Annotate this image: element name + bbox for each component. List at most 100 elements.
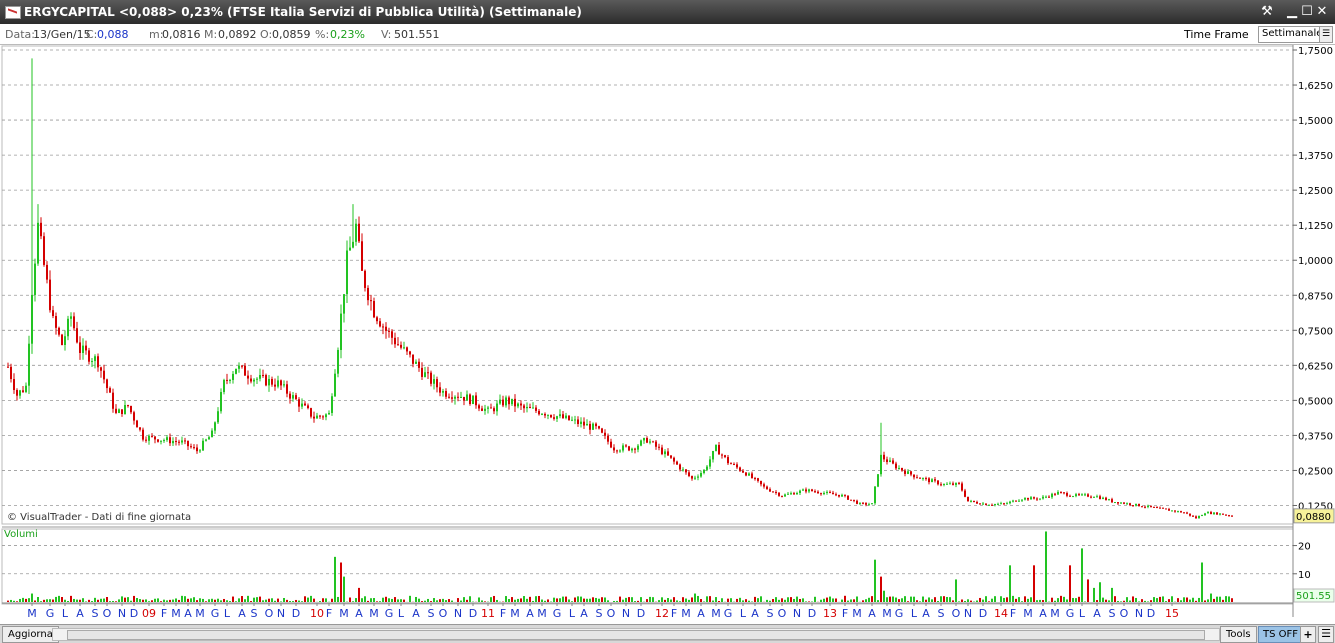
price-candle-body (73, 316, 75, 328)
add-button[interactable]: + (1300, 626, 1316, 643)
volume-bar (124, 598, 126, 602)
volume-bar (214, 600, 216, 602)
price-candle-body (649, 441, 651, 442)
volume-bar (28, 598, 30, 602)
x-month-label: F (842, 607, 848, 620)
price-candle-body (619, 450, 621, 451)
volume-bar (325, 598, 327, 602)
volume-bar (199, 598, 201, 602)
price-candle-body (520, 404, 522, 406)
price-candle-body (379, 321, 381, 326)
volume-bar (1171, 596, 1173, 602)
tools-button[interactable]: Tools (1220, 626, 1257, 643)
price-candle-body (1162, 508, 1164, 509)
volume-bar (409, 596, 411, 602)
volume-bar (127, 597, 129, 602)
volume-bar (652, 597, 654, 602)
price-candle-body (1039, 499, 1041, 500)
volume-bar (463, 597, 465, 602)
price-candle-body (340, 314, 342, 350)
price-candle-body (967, 497, 969, 502)
volume-bar (1084, 601, 1086, 602)
price-candle-body (1015, 501, 1017, 502)
price-candle-body (175, 441, 177, 442)
price-candle-body (490, 408, 492, 409)
volume-bar (238, 598, 240, 602)
volume-bar (478, 597, 480, 602)
volume-bar (1123, 601, 1125, 602)
x-month-label: G (211, 607, 220, 620)
time-frame-select[interactable]: Settimanale ☰ (1258, 26, 1333, 43)
volume-bar (1228, 596, 1230, 602)
price-candle-body (112, 393, 114, 409)
price-candle-body (493, 408, 495, 411)
volume-bar (571, 601, 573, 602)
volume-bar (334, 557, 336, 602)
price-candle-body (298, 399, 300, 406)
price-candle-body (127, 405, 129, 406)
price-candle-body (397, 344, 399, 345)
price-candle-body (676, 462, 678, 465)
volume-bar (892, 597, 894, 602)
price-candle-body (337, 350, 339, 374)
price-candle-body (598, 426, 600, 428)
price-volume-chart[interactable]: 1,75001,62501,50001,37501,25001,12501,00… (0, 45, 1335, 624)
volume-bar (1060, 596, 1062, 602)
price-candle-body (1150, 506, 1152, 507)
volume-bar (1066, 599, 1068, 602)
price-candle-body (52, 310, 54, 316)
price-candle-body (259, 375, 261, 379)
maximize-button[interactable]: ☐ (1300, 4, 1314, 19)
volume-bar (511, 597, 513, 602)
price-tick-label: 0,6250 (1298, 361, 1333, 372)
volume-bar (604, 597, 606, 602)
volume-bar (319, 601, 321, 602)
volume-bar (547, 599, 549, 602)
volume-bar (526, 599, 528, 602)
volume-bar (253, 598, 255, 602)
volume-bar (436, 600, 438, 602)
price-candle-body (244, 366, 246, 376)
minimize-button[interactable]: ▁ (1285, 4, 1299, 19)
volume-bar (697, 596, 699, 602)
volume-bar (520, 598, 522, 602)
price-candle-body (148, 436, 150, 441)
volume-bar (19, 599, 21, 602)
price-candle-body (505, 397, 507, 405)
price-candle-body (328, 413, 330, 414)
scrollbar-thumb[interactable] (67, 630, 1205, 640)
volume-bar (946, 597, 948, 602)
volume-bar (1078, 597, 1080, 602)
volume-bar (760, 596, 762, 602)
price-candle-body (1078, 494, 1080, 495)
volume-bar (244, 599, 246, 602)
price-candle-body (622, 445, 624, 450)
price-candle-body (130, 406, 132, 412)
close-button[interactable]: ✕ (1315, 4, 1329, 19)
menu-icon[interactable]: ☰ (1318, 626, 1334, 643)
volume-bar (340, 563, 342, 603)
refresh-button[interactable]: Aggiorna (2, 626, 59, 643)
horizontal-scrollbar[interactable] (52, 628, 1220, 641)
price-candle-body (730, 463, 732, 464)
price-candle-body (841, 495, 843, 497)
volume-bar (802, 598, 804, 602)
price-candle-body (268, 379, 270, 385)
volume-bar (703, 601, 705, 602)
ts-off-toggle[interactable]: TS OFF (1258, 626, 1303, 643)
volume-bar (913, 597, 915, 602)
price-candle-body (361, 241, 363, 271)
volume-bar (964, 601, 966, 602)
x-month-label: L (1079, 607, 1086, 620)
volume-bar (583, 599, 585, 602)
volume-bar (484, 601, 486, 602)
volume-bar (706, 596, 708, 602)
volume-bar (1105, 600, 1107, 602)
chevron-down-icon[interactable]: ☰ (1319, 27, 1332, 42)
price-candle-body (457, 397, 459, 398)
tools-wrench-icon[interactable]: ⚒ (1260, 4, 1274, 19)
volume-bar (646, 599, 648, 602)
volume-bar (400, 599, 402, 602)
volume-bar (208, 599, 210, 602)
volume-bar (94, 598, 96, 602)
